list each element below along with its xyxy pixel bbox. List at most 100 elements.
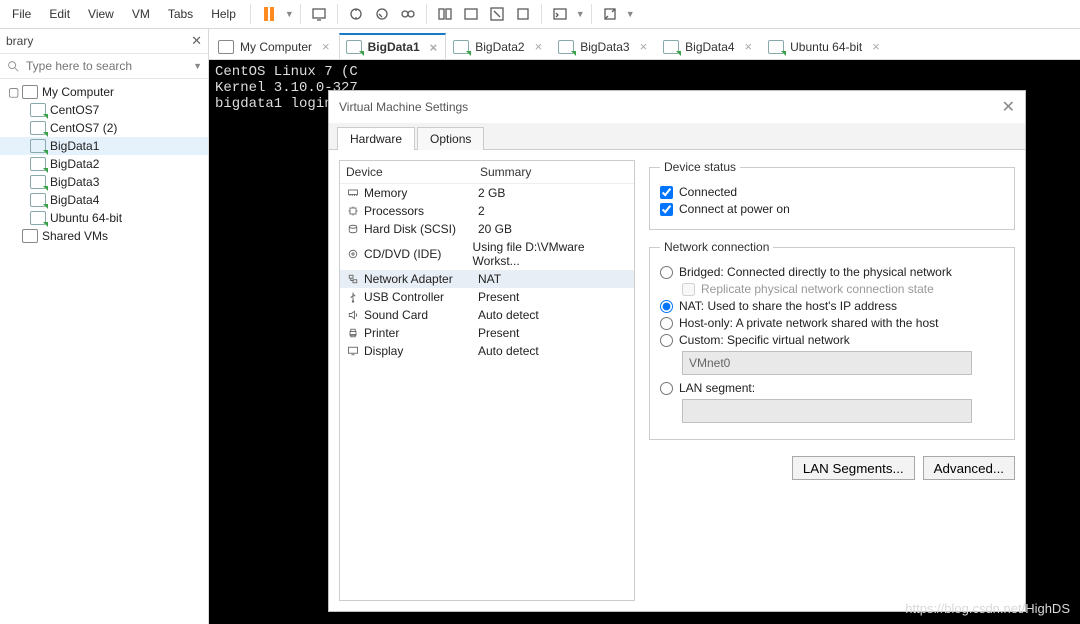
vm-icon — [346, 40, 362, 54]
send-ctrl-alt-del-icon[interactable] — [307, 2, 331, 26]
tab-close-icon[interactable]: × — [745, 39, 753, 54]
hostonly-radio[interactable]: Host-only: A private network shared with… — [660, 316, 1004, 330]
vm-icon — [30, 211, 46, 225]
search-dropdown-icon[interactable]: ▼ — [193, 61, 202, 71]
snapshot-take-icon[interactable] — [344, 2, 368, 26]
tree-vm[interactable]: BigData4 — [0, 191, 208, 209]
vm-tabs: My Computer× BigData1× BigData2× BigData… — [209, 29, 1080, 60]
tab-close-icon[interactable]: × — [872, 39, 880, 54]
device-row-cpu[interactable]: Processors2 — [340, 202, 634, 220]
nat-radio[interactable]: NAT: Used to share the host's IP address — [660, 299, 1004, 313]
device-row-printer[interactable]: PrinterPresent — [340, 324, 634, 342]
custom-radio[interactable]: Custom: Specific virtual network — [660, 333, 1004, 347]
view-single-icon[interactable] — [433, 2, 457, 26]
tab-close-icon[interactable]: × — [535, 39, 543, 54]
vm-icon — [30, 121, 46, 135]
menu-edit[interactable]: Edit — [41, 4, 78, 24]
network-connection-legend: Network connection — [660, 240, 773, 254]
printer-icon — [346, 327, 360, 339]
pause-icon[interactable] — [257, 2, 281, 26]
device-row-disk[interactable]: Hard Disk (SCSI)20 GB — [340, 220, 634, 238]
tree-vm-selected[interactable]: BigData1 — [0, 137, 208, 155]
menu-tabs[interactable]: Tabs — [160, 4, 201, 24]
tree-vm[interactable]: CentOS7 — [0, 101, 208, 119]
vm-icon — [663, 40, 679, 54]
lan-segments-button[interactable]: LAN Segments... — [792, 456, 915, 480]
view-multi-icon[interactable] — [459, 2, 483, 26]
display-icon — [346, 345, 360, 357]
menu-view[interactable]: View — [80, 4, 122, 24]
network-connection-group: Network connection Bridged: Connected di… — [649, 240, 1015, 440]
tab-ubuntu[interactable]: Ubuntu 64-bit× — [761, 34, 889, 59]
power-dropdown-icon[interactable]: ▼ — [285, 9, 294, 19]
replicate-checkbox: Replicate physical network connection st… — [682, 282, 1004, 296]
tree-vm[interactable]: Ubuntu 64-bit — [0, 209, 208, 227]
tab-my-computer[interactable]: My Computer× — [211, 34, 339, 59]
stretch-dropdown-icon[interactable]: ▼ — [626, 9, 635, 19]
library-close-icon[interactable]: ✕ — [191, 33, 202, 49]
dialog-tab-hardware[interactable]: Hardware — [337, 127, 415, 150]
device-header: Device — [346, 165, 480, 179]
device-row-sound[interactable]: Sound CardAuto detect — [340, 306, 634, 324]
console-dropdown-icon[interactable]: ▼ — [576, 9, 585, 19]
device-row-usb[interactable]: USB ControllerPresent — [340, 288, 634, 306]
tree-vm[interactable]: CentOS7 (2) — [0, 119, 208, 137]
fullscreen-icon[interactable] — [485, 2, 509, 26]
device-row-cd[interactable]: CD/DVD (IDE)Using file D:\VMware Workst.… — [340, 238, 634, 270]
tab-bigdata2[interactable]: BigData2× — [446, 34, 551, 59]
lansegment-radio[interactable]: LAN segment: — [660, 381, 1004, 395]
vm-icon — [768, 40, 784, 54]
dialog-tab-options[interactable]: Options — [417, 127, 484, 150]
vm-icon — [30, 193, 46, 207]
tab-close-icon[interactable]: × — [322, 39, 330, 54]
dialog-title: Virtual Machine Settings — [339, 100, 468, 114]
tree-vm[interactable]: BigData2 — [0, 155, 208, 173]
summary-header: Summary — [480, 165, 531, 179]
dialog-close-icon[interactable]: ✕ — [1002, 97, 1015, 117]
tree-my-computer[interactable]: ▢My Computer — [0, 83, 208, 101]
vm-icon — [558, 40, 574, 54]
watermark: https://blog.csdn.net/HighDS — [905, 601, 1070, 616]
tree-vm[interactable]: BigData3 — [0, 173, 208, 191]
computer-icon — [22, 85, 38, 99]
bridged-radio[interactable]: Bridged: Connected directly to the physi… — [660, 265, 1004, 279]
search-icon — [6, 59, 20, 73]
library-search[interactable]: ▼ — [0, 54, 208, 79]
tab-bigdata3[interactable]: BigData3× — [551, 34, 656, 59]
device-row-net[interactable]: Network AdapterNAT — [340, 270, 634, 288]
stretch-icon[interactable] — [598, 2, 622, 26]
tab-bigdata4[interactable]: BigData4× — [656, 34, 761, 59]
tree-shared-vms[interactable]: Shared VMs — [0, 227, 208, 245]
connected-checkbox[interactable]: Connected — [660, 185, 1004, 199]
dialog-tabs: Hardware Options — [329, 123, 1025, 150]
tab-close-icon[interactable]: × — [430, 40, 438, 55]
connect-poweron-checkbox[interactable]: Connect at power on — [660, 202, 1004, 216]
shared-icon — [22, 229, 38, 243]
advanced-button[interactable]: Advanced... — [923, 456, 1015, 480]
tab-close-icon[interactable]: × — [640, 39, 648, 54]
menu-bar: File Edit View VM Tabs Help ▼ ▼ ▼ — [0, 0, 1080, 29]
device-row-memory[interactable]: Memory2 GB — [340, 184, 634, 202]
unity-icon[interactable] — [511, 2, 535, 26]
tab-bigdata1[interactable]: BigData1× — [339, 33, 447, 59]
lansegment-select[interactable] — [682, 399, 972, 423]
vm-icon — [30, 139, 46, 153]
console-icon[interactable] — [548, 2, 572, 26]
library-title: brary — [6, 34, 33, 48]
menu-vm[interactable]: VM — [124, 4, 158, 24]
library-tree: ▢My Computer CentOS7 CentOS7 (2) BigData… — [0, 79, 208, 624]
vm-settings-dialog: Virtual Machine Settings ✕ Hardware Opti… — [328, 90, 1026, 612]
snapshot-manage-icon[interactable] — [396, 2, 420, 26]
device-row-display[interactable]: DisplayAuto detect — [340, 342, 634, 360]
vm-icon — [30, 157, 46, 171]
menu-help[interactable]: Help — [203, 4, 244, 24]
search-input[interactable] — [24, 58, 191, 74]
custom-network-select[interactable]: VMnet0 — [682, 351, 972, 375]
snapshot-revert-icon[interactable] — [370, 2, 394, 26]
disk-icon — [346, 223, 360, 235]
menu-file[interactable]: File — [4, 4, 39, 24]
library-panel: brary ✕ ▼ ▢My Computer CentOS7 CentOS7 (… — [0, 29, 209, 624]
computer-icon — [218, 40, 234, 54]
sound-icon — [346, 309, 360, 321]
device-status-group: Device status Connected Connect at power… — [649, 160, 1015, 230]
